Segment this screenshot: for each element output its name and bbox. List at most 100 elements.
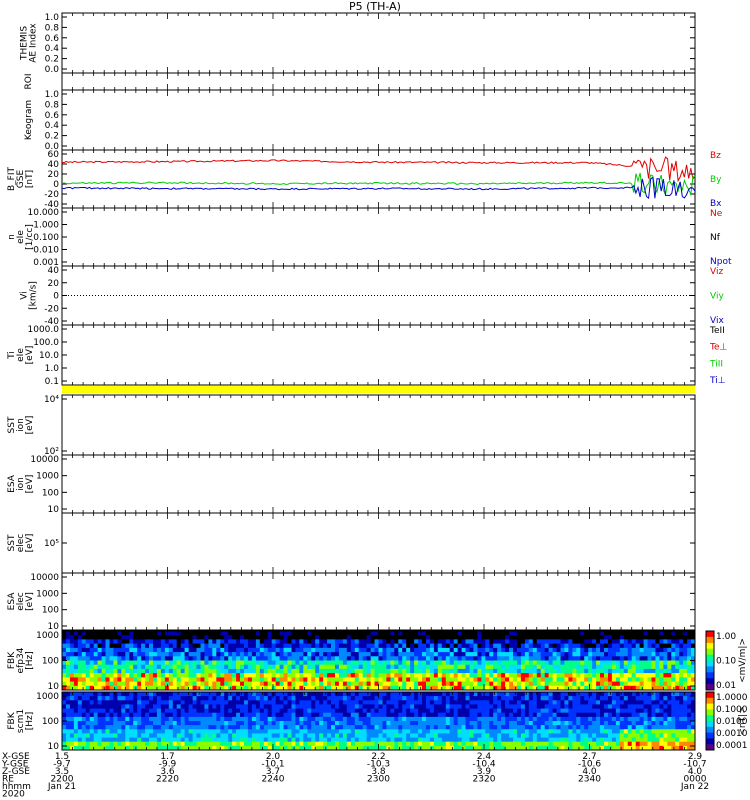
spectrogram-cell [236, 631, 241, 636]
spectrogram-cell [164, 639, 170, 645]
spectrogram-cell [354, 643, 360, 649]
spectrogram-cell [168, 673, 174, 678]
spectrogram-cell [520, 652, 526, 657]
spectrogram-cell [303, 692, 308, 697]
spectrogram-cell [667, 652, 672, 657]
spectrogram-cell [117, 712, 122, 718]
panel-sst_i: 10⁴10²SST ion [eV] [7, 394, 696, 457]
spectrogram-cell [433, 700, 439, 705]
spectrogram-cell [544, 639, 550, 645]
spectrogram-cell [93, 664, 99, 670]
spectrogram-cell [493, 668, 498, 674]
spectrogram-cell [129, 664, 134, 670]
spectrogram-cell [350, 639, 356, 645]
spectrogram-cell [370, 673, 376, 678]
spectrogram-cell [489, 677, 494, 683]
spectrogram-cell [489, 643, 494, 649]
spectrogram-cell [267, 656, 273, 661]
y-tick-label: 10.0 [39, 351, 59, 361]
spectrogram-cell [113, 668, 118, 674]
spectrogram-cell [509, 643, 514, 649]
spectrogram-cell [244, 673, 249, 678]
spectrogram-cell [240, 668, 245, 674]
spectrogram-cell [378, 716, 383, 722]
spectrogram-cell [576, 635, 581, 640]
spectrogram-cell [224, 643, 229, 649]
ti-yellow-band [62, 386, 695, 393]
spectrogram-cell [133, 692, 138, 697]
spectrogram-cell [299, 704, 304, 709]
spectrogram-cell [295, 639, 300, 645]
spectrogram-cell [362, 716, 368, 722]
spectrogram-cell [303, 677, 308, 683]
spectrogram-cell [303, 708, 308, 714]
spectrogram-cell [196, 639, 201, 645]
spectrogram-cell [517, 643, 522, 649]
spectrogram-cell [532, 652, 538, 657]
spectrogram-cell [596, 664, 601, 670]
spectrogram-cell [378, 635, 383, 640]
spectrogram-cell [433, 716, 439, 722]
spectrogram-cell [378, 639, 383, 645]
spectrogram-cell [441, 673, 447, 678]
spectrogram-cell [251, 668, 257, 674]
spectrogram-cell [659, 681, 664, 687]
spectrogram-cell [362, 656, 368, 661]
spectrogram-cell [331, 692, 336, 697]
spectrogram-cell [663, 681, 668, 687]
spectrogram-cell [584, 631, 589, 636]
spectrogram-cell [536, 704, 542, 709]
spectrogram-cell [461, 660, 467, 666]
spectrogram-cell [362, 712, 368, 718]
spectrogram-cell [631, 700, 637, 705]
spectrogram-cell [386, 704, 391, 709]
spectrogram-cell [77, 677, 83, 683]
spectrogram-cell [509, 692, 514, 697]
spectrogram-cell [121, 643, 126, 649]
spectrogram-cell [338, 704, 344, 709]
spectrogram-cell [216, 639, 221, 645]
spectrogram-cell [497, 660, 502, 666]
spectrogram-cell [125, 656, 130, 661]
spectrogram-cell [600, 647, 605, 653]
spectrogram-cell [386, 712, 391, 718]
spectrogram-cell [449, 708, 455, 714]
spectrogram-cell [327, 700, 332, 705]
spectrogram-cell [97, 704, 103, 709]
spectrogram-cell [156, 700, 162, 705]
spectrogram-cell [631, 639, 637, 645]
spectrogram-cell [580, 692, 585, 697]
spectrogram-cell [188, 708, 194, 714]
spectrogram-cell [172, 664, 178, 670]
spectrogram-cell [370, 647, 376, 653]
spectrogram-cell [580, 631, 585, 636]
spectrogram-cell [663, 660, 668, 666]
spectrogram-cell [153, 708, 158, 714]
spectrogram-cell [180, 708, 186, 714]
spectrogram-cell [675, 656, 680, 661]
spectrogram-cell [283, 668, 288, 674]
spectrogram-cell [489, 700, 494, 705]
spectrogram-cell [659, 635, 664, 640]
spectrogram-cell [608, 712, 613, 718]
spectrogram-cell [524, 704, 530, 709]
spectrogram-cell [576, 681, 581, 687]
spectrogram-cell [675, 668, 680, 674]
spectrogram-cell [374, 656, 379, 661]
spectrogram-cell [445, 716, 451, 722]
spectrogram-cell [615, 652, 621, 657]
spectrogram-cell [291, 652, 296, 657]
spectrogram-cell [366, 635, 372, 640]
spectrogram-cell [465, 647, 470, 653]
spectrogram-cell [520, 692, 526, 697]
spectrogram-cell [125, 635, 130, 640]
spectrogram-cell [378, 643, 383, 649]
spectrogram-cell [263, 635, 269, 640]
spectrogram-cell [350, 677, 356, 683]
spectrogram-cell [271, 692, 277, 697]
spectrogram-cell [346, 660, 352, 666]
spectrogram-cell [445, 704, 451, 709]
spectrogram-cell [544, 656, 550, 661]
spectrogram-cell [374, 673, 379, 678]
spectrogram-cell [461, 635, 467, 640]
